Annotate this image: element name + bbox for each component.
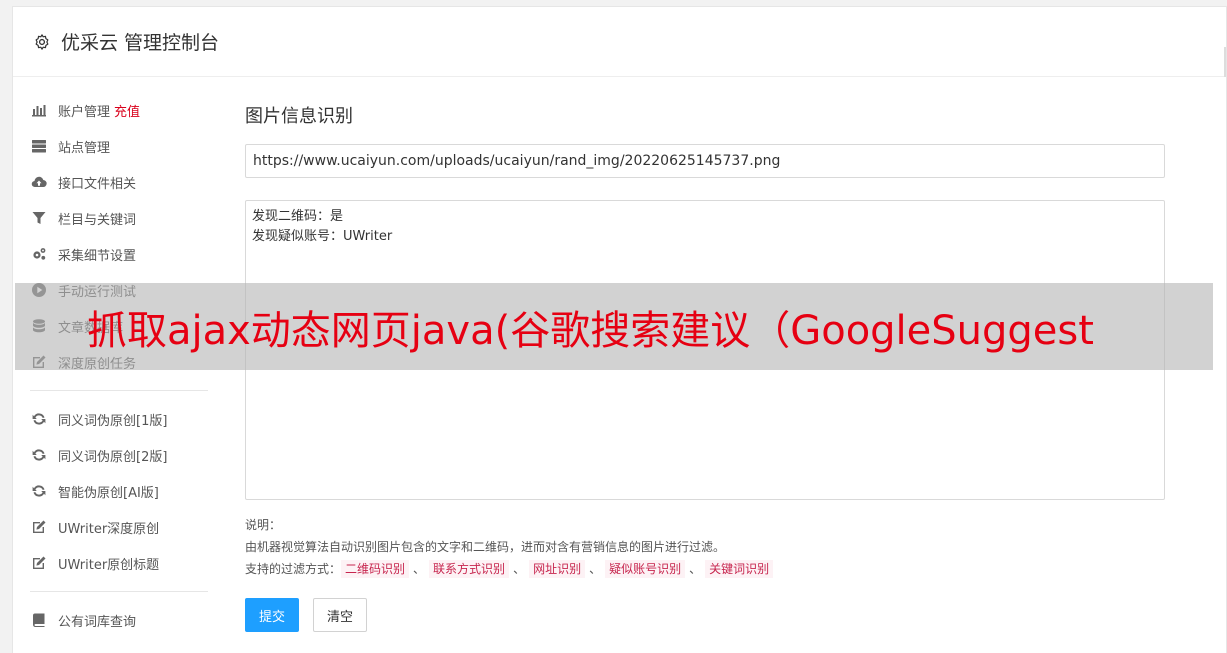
sidebar-item-label: 公有词库查询 <box>58 614 137 630</box>
sidebar-item[interactable]: 账户管理 充值 <box>30 92 210 128</box>
refresh-icon <box>30 447 48 463</box>
image-url-input[interactable] <box>245 144 1165 178</box>
filter-separator: 、 <box>513 562 526 576</box>
sidebar-item-label: 智能伪原创[AI版] <box>58 485 159 501</box>
sidebar-item[interactable]: 同义词伪原创[1版] <box>30 401 210 437</box>
sidebar-item[interactable]: 采集细节设置 <box>30 236 210 272</box>
action-buttons: 提交 清空 <box>245 598 1165 632</box>
page-header: 优采云 管理控制台 <box>13 7 1226 77</box>
edit-icon <box>30 519 48 535</box>
sidebar-item[interactable]: 栏目与关键词 <box>30 200 210 236</box>
filter-tag: 二维码识别 <box>341 560 410 578</box>
sidebar-item[interactable]: 智能伪原创[AI版] <box>30 473 210 509</box>
sidebar-item-label: 账户管理 <box>58 104 111 120</box>
sidebar-item-label: 接口文件相关 <box>58 176 137 192</box>
filter-tag: 联系方式识别 <box>429 560 510 578</box>
desc-text: 由机器视觉算法自动识别图片包含的文字和二维码，进而对含有营销信息的图片进行过滤。 <box>245 540 726 554</box>
sidebar-item-label: 站点管理 <box>58 140 111 156</box>
page-title: 优采云 管理控制台 <box>61 32 220 54</box>
edit-icon <box>30 555 48 571</box>
filter-separator: 、 <box>689 562 702 576</box>
refresh-icon <box>30 411 48 427</box>
sidebar-item[interactable]: 同义词伪原创[2版] <box>30 437 210 473</box>
sidebar-item-label: UWriter深度原创 <box>58 521 160 537</box>
filter-tag: 关键词识别 <box>705 560 774 578</box>
filter-separator: 、 <box>413 562 426 576</box>
sidebar-item[interactable]: 公有词库查询 <box>30 602 210 638</box>
sidebar-divider <box>30 591 208 592</box>
filter-tag: 疑似账号识别 <box>605 560 686 578</box>
refresh-icon <box>30 483 48 499</box>
recharge-link[interactable]: 充值 <box>114 101 140 120</box>
description: 说明： 由机器视觉算法自动识别图片包含的文字和二维码，进而对含有营销信息的图片进… <box>245 514 1165 580</box>
filter-separator: 、 <box>589 562 602 576</box>
book-icon <box>30 612 48 628</box>
filter-label: 支持的过滤方式： <box>245 562 342 576</box>
overlay-title: 抓取ajax动态网页java(谷歌搜索建议（GoogleSuggest <box>87 307 1094 354</box>
cogs-icon <box>30 246 48 262</box>
sidebar-item-label: 栏目与关键词 <box>58 212 137 228</box>
bar-chart-icon <box>30 102 48 118</box>
scrollbar[interactable] <box>1224 47 1226 77</box>
filter-tag: 网址识别 <box>529 560 586 578</box>
clear-button[interactable]: 清空 <box>313 598 368 632</box>
sidebar-item[interactable]: UWriter原创标题 <box>30 545 210 581</box>
server-icon <box>30 138 48 154</box>
cloud-upload-icon <box>30 174 48 190</box>
gear-icon <box>33 33 51 51</box>
desc-label: 说明： <box>245 518 282 532</box>
title-overlay-banner: 抓取ajax动态网页java(谷歌搜索建议（GoogleSuggest <box>15 283 1213 370</box>
sidebar-item[interactable]: 站点管理 <box>30 128 210 164</box>
sidebar-divider <box>30 390 208 391</box>
sidebar-item[interactable]: 接口文件相关 <box>30 164 210 200</box>
section-title: 图片信息识别 <box>245 106 353 127</box>
filter-icon <box>30 210 48 226</box>
sidebar-item-label: 采集细节设置 <box>58 248 137 264</box>
sidebar-item-label: 同义词伪原创[2版] <box>58 449 168 465</box>
filter-methods: 支持的过滤方式： 二维码识别、联系方式识别、网址识别、疑似账号识别、关键词识别 <box>245 558 1165 580</box>
sidebar-item[interactable]: UWriter深度原创 <box>30 509 210 545</box>
submit-button[interactable]: 提交 <box>245 598 300 632</box>
sidebar-item-label: UWriter原创标题 <box>58 557 160 573</box>
sidebar-item-label: 同义词伪原创[1版] <box>58 413 168 429</box>
